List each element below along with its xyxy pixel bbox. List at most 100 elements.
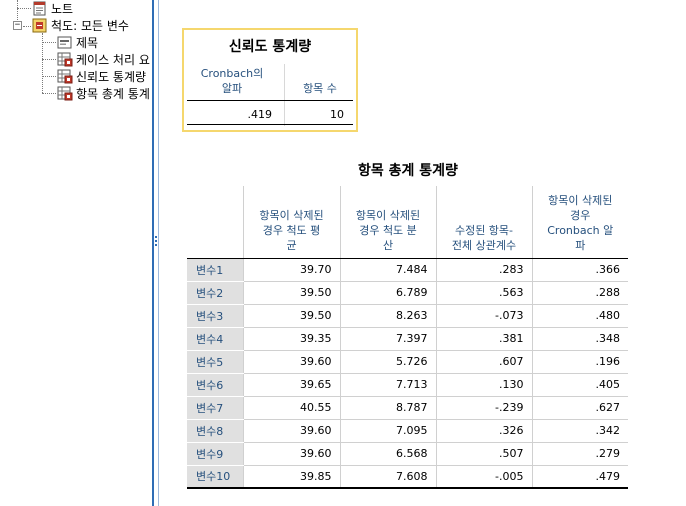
- cronbach-alpha-value: .419: [247, 108, 273, 121]
- table-cell: 40.55: [242, 396, 340, 420]
- row-label: 변수7: [187, 396, 243, 420]
- outline-pane: 노트 − 척도: 모든 변수 제목 케이스 처리 요 신뢰도 통계량 항목 총계: [0, 0, 152, 506]
- table-row: 변수2 39.50 6.789.563.288: [187, 281, 628, 305]
- table-cell: .479: [531, 465, 628, 489]
- notes-icon: [32, 1, 48, 16]
- table-cell: 7.713: [339, 373, 436, 397]
- tree-item-item-total[interactable]: 항목 총계 통계: [57, 84, 150, 102]
- table-row: 변수3 39.50 8.263 -.073.480: [187, 304, 628, 328]
- column-header: 수정된 항목- 전체 상관계수: [435, 186, 532, 259]
- row-label: 변수10: [187, 465, 243, 489]
- output-viewer: 신뢰도 통계량 Cronbach의 알파 항목 수 .419 10 항목 총계 …: [160, 0, 686, 506]
- splitter-grip-icon[interactable]: [155, 236, 158, 248]
- column-header: Cronbach의 알파: [200, 67, 264, 95]
- table-icon: [57, 69, 73, 84]
- tree-item-label: 케이스 처리 요: [76, 52, 150, 67]
- table-cell: .288: [531, 281, 628, 305]
- tree-item-reliability[interactable]: 신뢰도 통계량: [57, 67, 146, 85]
- table-cell: 8.263: [339, 304, 436, 328]
- table-icon: [57, 52, 73, 67]
- tree-item-scale[interactable]: 척도: 모든 변수: [32, 16, 129, 34]
- table-row: 변수5 39.60 5.726.607.196: [187, 350, 628, 374]
- table-cell: -.073: [435, 304, 532, 328]
- column-header: 항목 수: [303, 82, 337, 95]
- tree-connector: [42, 93, 56, 94]
- table-cell: .283: [435, 258, 532, 282]
- table-cell: 39.60: [242, 350, 340, 374]
- item-total-statistics-table[interactable]: 항목이 삭제된 경우 척도 평 균 항목이 삭제된 경우 척도 분 산 수정된 …: [187, 186, 628, 489]
- corner-header: [187, 186, 243, 259]
- table-cell: .480: [531, 304, 628, 328]
- table-title: 항목 총계 통계량: [358, 163, 458, 179]
- table-cell: .366: [531, 258, 628, 282]
- tree-item-title[interactable]: 제목: [57, 33, 98, 51]
- row-label: 변수6: [187, 373, 243, 397]
- table-row: 변수10 39.85 7.608 -.005.479: [187, 465, 628, 489]
- table-cell: .405: [531, 373, 628, 397]
- column-divider: [284, 64, 285, 126]
- table-cell: .326: [435, 419, 532, 443]
- table-icon: [57, 86, 73, 101]
- table-cell: .348: [531, 327, 628, 351]
- table-cell: .279: [531, 442, 628, 466]
- table-cell: 39.50: [242, 281, 340, 305]
- table-cell: .607: [435, 350, 532, 374]
- row-label: 변수9: [187, 442, 243, 466]
- table-row: 변수1 39.70 7.484.283.366: [187, 258, 628, 282]
- table-cell: 39.35: [242, 327, 340, 351]
- row-label: 변수8: [187, 419, 243, 443]
- table-row: 변수7 40.55 8.787 -.239.627: [187, 396, 628, 420]
- table-cell: 39.60: [242, 442, 340, 466]
- column-header: 항목이 삭제된 경우 척도 평 균: [242, 186, 340, 259]
- bottom-rule: [187, 124, 353, 125]
- tree-item-label: 척도: 모든 변수: [51, 18, 129, 33]
- row-label: 변수1: [187, 258, 243, 282]
- pane-splitter[interactable]: [152, 0, 159, 506]
- table-row: 변수6 39.65 7.713.130.405: [187, 373, 628, 397]
- table-cell: .563: [435, 281, 532, 305]
- table-cell: 7.397: [339, 327, 436, 351]
- tree-connector: [23, 26, 31, 27]
- table-cell: 39.60: [242, 419, 340, 443]
- tree-item-label: 항목 총계 통계: [76, 86, 150, 101]
- table-cell: 39.70: [242, 258, 340, 282]
- tree-item-label: 노트: [51, 1, 74, 16]
- tree-connector: [42, 76, 56, 77]
- table-cell: .507: [435, 442, 532, 466]
- tree-item-label: 제목: [76, 35, 99, 50]
- table-cell: 39.50: [242, 304, 340, 328]
- table-cell: 39.65: [242, 373, 340, 397]
- table-cell: 6.568: [339, 442, 436, 466]
- table-cell: -.005: [435, 465, 532, 489]
- tree-connector: [42, 42, 56, 43]
- table-cell: 7.095: [339, 419, 436, 443]
- column-header: 항목이 삭제된 경우 척도 분 산: [339, 186, 436, 259]
- tree-item-notes[interactable]: 노트: [32, 0, 73, 17]
- table-title: 신뢰도 통계량: [228, 39, 312, 55]
- header-rule: [187, 100, 353, 101]
- table-cell: 8.787: [339, 396, 436, 420]
- table-row: 변수4 39.35 7.397.381.348: [187, 327, 628, 351]
- table-cell: 7.484: [339, 258, 436, 282]
- table-cell: .342: [531, 419, 628, 443]
- row-label: 변수2: [187, 281, 243, 305]
- table-row: 변수9 39.60 6.568.507.279: [187, 442, 628, 466]
- table-cell: -.239: [435, 396, 532, 420]
- tree-connector: [42, 59, 56, 60]
- table-cell: .196: [531, 350, 628, 374]
- table-cell: 7.608: [339, 465, 436, 489]
- table-body: 변수1 39.70 7.484.283.366 변수2 39.50 6.789.563.2…: [187, 258, 628, 489]
- table-cell: .130: [435, 373, 532, 397]
- table-cell: .627: [531, 396, 628, 420]
- table-cell: 5.726: [339, 350, 436, 374]
- tree-item-case-processing[interactable]: 케이스 처리 요: [57, 50, 150, 68]
- tree-item-label: 신뢰도 통계량: [76, 69, 147, 84]
- row-label: 변수3: [187, 304, 243, 328]
- log-icon: [32, 18, 48, 33]
- tree-connector: [17, 8, 31, 9]
- title-icon: [57, 35, 73, 50]
- item-count-value: 10: [330, 108, 344, 121]
- row-label: 변수4: [187, 327, 243, 351]
- collapse-toggle[interactable]: −: [13, 21, 22, 30]
- reliability-statistics-table[interactable]: 신뢰도 통계량 Cronbach의 알파 항목 수 .419 10: [182, 28, 358, 132]
